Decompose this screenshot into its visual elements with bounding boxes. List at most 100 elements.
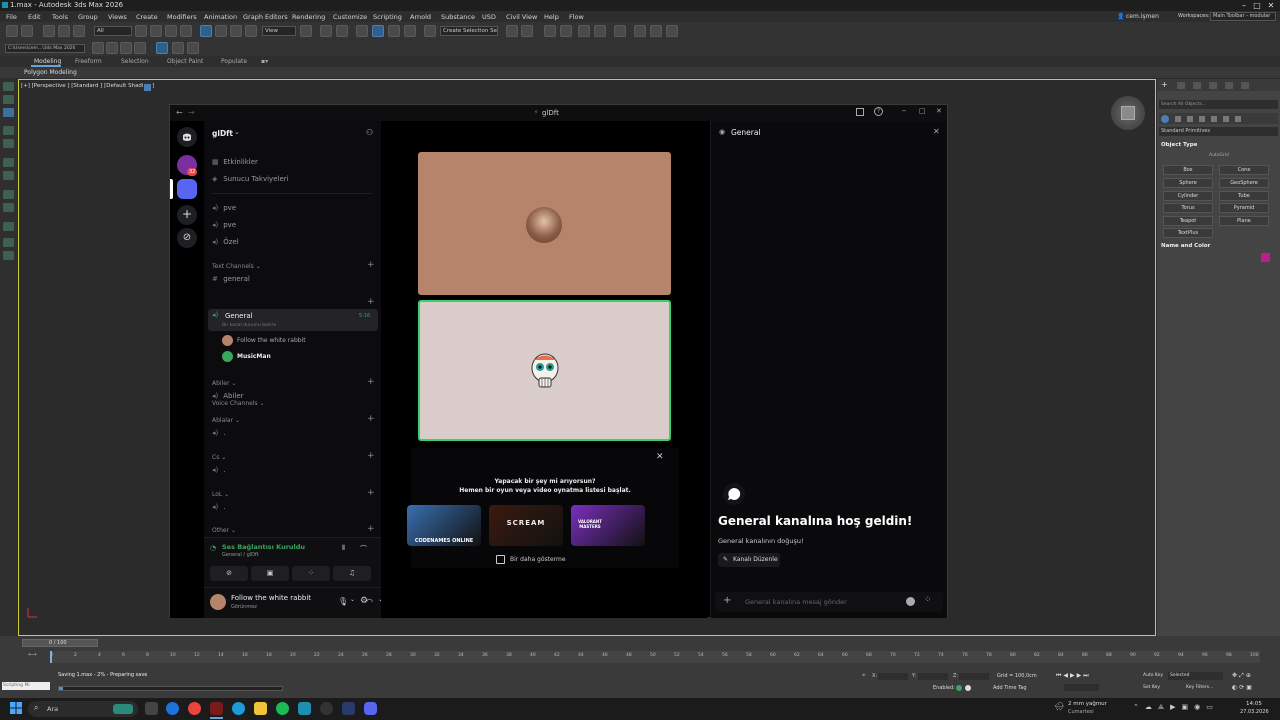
render-setup-icon[interactable] [634, 25, 646, 37]
dont-show-checkbox[interactable] [496, 555, 505, 564]
project-icon[interactable] [120, 42, 132, 54]
undo-icon[interactable] [6, 25, 18, 37]
layer-icon[interactable] [3, 139, 14, 148]
selection-lock-icon[interactable]: ⌖ [862, 672, 865, 680]
enabled-toggle[interactable] [956, 685, 962, 691]
scene-explorer-icon[interactable] [544, 25, 556, 37]
camera-icon[interactable] [3, 171, 14, 180]
chrome-icon[interactable] [188, 702, 201, 715]
category-text-channels[interactable]: Text Channels ⌄ [212, 263, 261, 270]
name-and-color-title[interactable]: Name and Color [1161, 243, 1210, 249]
autogrid-checkbox[interactable]: AutoGrid [1209, 153, 1229, 158]
discord-close[interactable]: ✕ [936, 107, 942, 115]
game-scream[interactable]: SCREAM [489, 505, 563, 546]
minimize-button[interactable]: – [1238, 0, 1250, 11]
voice-connected-channel[interactable]: General / glDft [222, 552, 259, 558]
window-crossing-icon[interactable] [180, 25, 192, 37]
message-input-placeholder[interactable]: General kanalına mesaj gönder [745, 598, 847, 606]
category-ablalar[interactable]: Ablalar ⌄ [212, 417, 240, 424]
opera-icon[interactable] [210, 702, 223, 715]
object-search-input[interactable]: Search All Objects... [1159, 100, 1278, 109]
workspace-dropdown[interactable]: Main Toolbar - modular [1210, 12, 1276, 21]
link-icon[interactable] [43, 25, 55, 37]
noise-suppression-icon[interactable]: ⫴ [342, 544, 345, 553]
menu-group[interactable]: Group [78, 13, 98, 21]
menu-views[interactable]: Views [108, 13, 127, 21]
menu-modifiers[interactable]: Modifiers [167, 13, 197, 21]
menu-civil-view[interactable]: Civil View [506, 13, 537, 21]
utilities-tab-icon[interactable] [1241, 82, 1249, 89]
tray-icons[interactable]: ⌃☁⟁▶▣◉▭ [1133, 703, 1219, 712]
select-place-icon[interactable] [245, 25, 257, 37]
named-selection-dropdown[interactable]: Create Selection Se [440, 26, 498, 36]
viewport-nav-icons[interactable]: ✥⤢⊕ [1232, 672, 1253, 680]
key-filters-button[interactable]: Key Filters... [1186, 685, 1213, 690]
3dsmax-icon[interactable] [298, 702, 311, 715]
isolate-icon[interactable] [156, 42, 168, 54]
ribbon-tab-freeform[interactable]: Freeform [75, 58, 102, 65]
textplus-button[interactable]: TextPlus [1163, 228, 1213, 238]
new-folder-icon[interactable] [106, 42, 118, 54]
add-voice-channel-icon[interactable]: + [367, 297, 375, 307]
add-channel-icon[interactable]: + [367, 377, 375, 387]
modify-tab-icon[interactable] [1177, 82, 1185, 89]
spotify-icon[interactable] [276, 702, 289, 715]
track-bar[interactable]: 0246810121416182022242628303234363840424… [50, 651, 1260, 663]
soundboard-button[interactable]: ♫ [333, 566, 371, 581]
sphere-button[interactable]: Sphere [1163, 178, 1213, 188]
add-channel-icon[interactable]: + [367, 451, 375, 461]
channel-events[interactable]: ▦ Etkinlikler [212, 158, 258, 172]
select-by-name-icon[interactable] [150, 25, 162, 37]
mic-chevron-icon[interactable]: ⌄ [350, 596, 355, 603]
channel-status-prompt[interactable]: Bir kanal durumu belirle [222, 323, 276, 328]
pyramid-button[interactable]: Pyramid [1219, 203, 1269, 213]
file-explorer-icon[interactable] [254, 702, 267, 715]
select-scale-icon[interactable] [230, 25, 242, 37]
maximize-button[interactable]: □ [1251, 0, 1263, 11]
category-abiler[interactable]: Abiler ⌄ [212, 380, 236, 387]
menu-customize[interactable]: Customize [333, 13, 367, 21]
lights-icon[interactable] [1187, 116, 1193, 122]
server-icon-active[interactable] [177, 179, 197, 199]
discover-icon[interactable]: ⊘ [177, 228, 197, 248]
viewport-orbit-icons[interactable]: ◐⟳▣ [1232, 684, 1254, 691]
rendered-frame-icon[interactable] [650, 25, 662, 37]
teapot-button[interactable]: Teapot [1163, 216, 1213, 226]
spinner-snap-icon[interactable] [404, 25, 416, 37]
camera-off-button[interactable]: ⊘ [210, 566, 248, 581]
selection-filter-dropdown[interactable]: All [94, 26, 132, 36]
edit-named-selection-icon[interactable] [424, 25, 436, 37]
auto-key-button[interactable]: Auto Key [1143, 673, 1163, 678]
viewcube-icon[interactable] [1111, 96, 1145, 130]
adaptive-degradation-icon[interactable] [965, 685, 971, 691]
discord-maximize[interactable]: □ [919, 107, 926, 115]
helpers-icon[interactable] [1211, 116, 1217, 122]
voice-channel-ozel[interactable]: ◂) Özel [212, 238, 239, 252]
display-tab-icon[interactable] [1225, 82, 1233, 89]
menu-file[interactable]: File [6, 13, 17, 21]
discord-home-icon[interactable] [177, 127, 197, 147]
weather-text[interactable]: 2 mm yağmur [1068, 701, 1107, 707]
discord-minimize[interactable]: – [902, 106, 906, 115]
geosphere-button[interactable]: GeoSphere [1219, 178, 1269, 188]
playback-controls[interactable]: ⏮◀▶▶⏭ [1056, 672, 1091, 680]
curve-editor-icon[interactable] [578, 25, 590, 37]
back-icon[interactable]: ← [176, 108, 183, 117]
voice-channel-general-active[interactable]: ◂) General 5:16 Bir kanal durumu belirle [208, 309, 378, 331]
add-channel-icon[interactable]: + [367, 414, 375, 424]
close-button[interactable]: ✕ [1265, 0, 1277, 11]
clock-time[interactable]: 14:05 [1246, 701, 1262, 707]
x-coord-input[interactable] [878, 673, 908, 680]
windows-start-icon[interactable] [10, 702, 22, 714]
helper-icon[interactable] [3, 190, 14, 199]
voice-channel-cs[interactable]: ◂) . [212, 466, 225, 480]
menu-arnold[interactable]: Arnold [410, 13, 431, 21]
add-channel-icon[interactable]: + [367, 524, 375, 534]
ribbon-tab-object-paint[interactable]: Object Paint [167, 58, 203, 65]
forward-icon[interactable]: → [188, 108, 195, 117]
sync-icon[interactable] [187, 42, 199, 54]
voice-channel-abiler[interactable]: ◂) Abiler [212, 392, 244, 406]
cone-button[interactable]: Cone [1219, 165, 1269, 175]
close-activity-icon[interactable]: ✕ [656, 452, 664, 462]
category-cs[interactable]: Cs ⌄ [212, 454, 226, 461]
